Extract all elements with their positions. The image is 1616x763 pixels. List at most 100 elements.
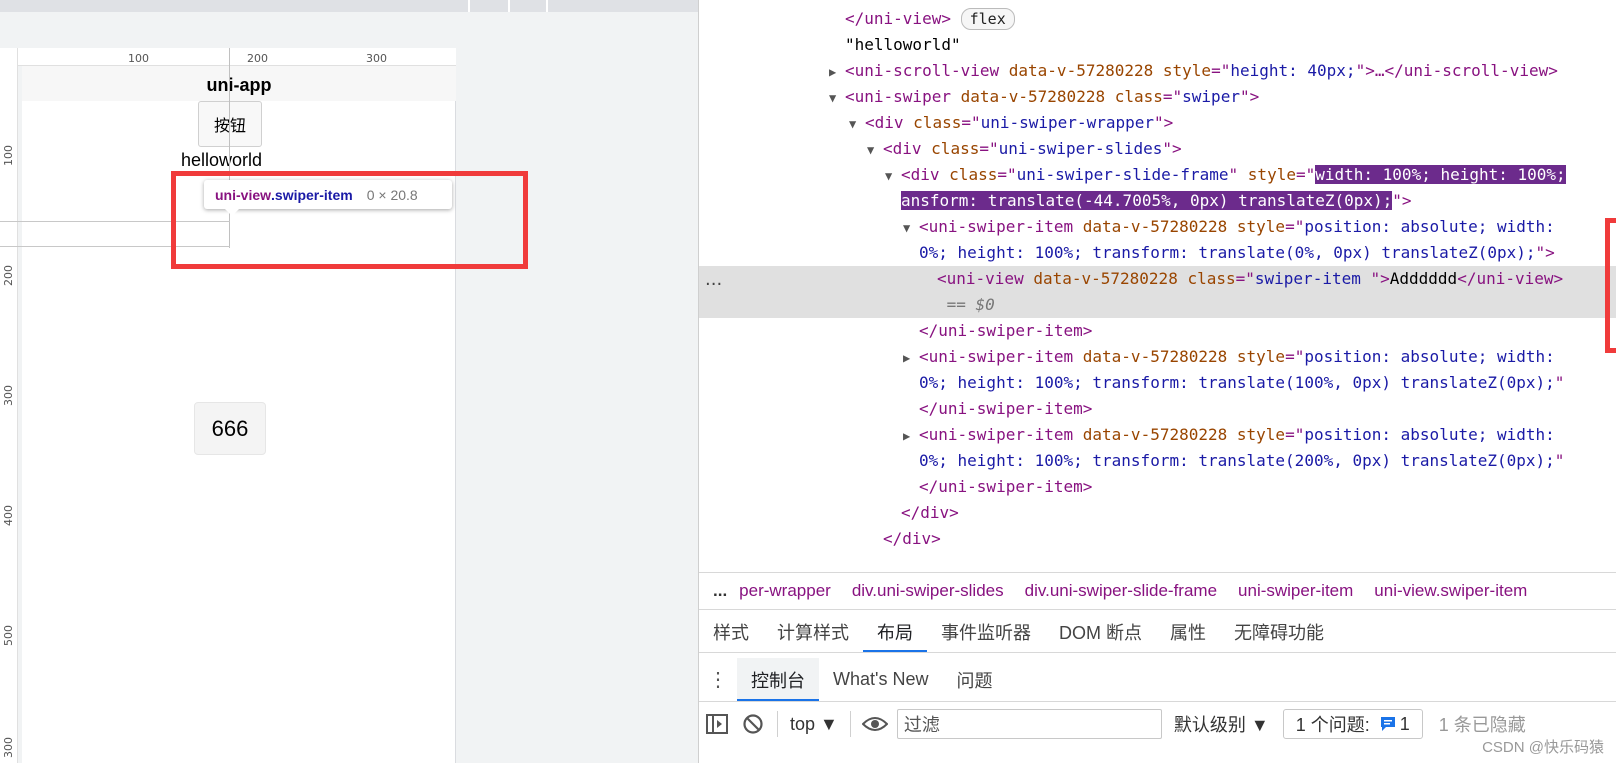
- breadcrumb-item[interactable]: per-wrapper: [739, 581, 831, 601]
- ruler-tick-label: 100: [2, 145, 15, 166]
- breadcrumb: ... per-wrapper div.uni-swiper-slides di…: [699, 572, 1616, 610]
- tab-accessibility[interactable]: 无障碍功能: [1220, 611, 1338, 652]
- dom-node-markup: 0%; height: 100%; transform: translate(1…: [919, 373, 1565, 392]
- expand-arrow-icon[interactable]: ▼: [903, 215, 919, 241]
- number-card: 666: [194, 402, 266, 455]
- breadcrumb-item[interactable]: uni-view.swiper-item: [1374, 581, 1527, 601]
- dom-node-row[interactable]: ansform: translate(-44.7005%, 0px) trans…: [885, 188, 1412, 214]
- dom-node-row[interactable]: ▼ <uni-swiper data-v-57280228 class="swip…: [829, 84, 1259, 110]
- dom-node-row[interactable]: ▼ <div class="uni-swiper-slides">: [867, 136, 1182, 162]
- ruler-tick-label: 400: [2, 505, 15, 526]
- collapse-arrow-icon[interactable]: ▶: [903, 423, 919, 449]
- dom-node-row[interactable]: 0%; height: 100%; transform: translate(0…: [903, 240, 1555, 266]
- tab-computed[interactable]: 计算样式: [763, 611, 863, 652]
- dom-node-row[interactable]: </uni-swiper-item>: [903, 396, 1092, 422]
- dom-node-row[interactable]: ▶ <uni-scroll-view data-v-57280228 style=…: [829, 58, 1558, 84]
- tab-layout[interactable]: 布局: [863, 611, 927, 652]
- ruler-tick-label: 300: [366, 52, 387, 65]
- tab-styles[interactable]: 样式: [699, 611, 763, 652]
- breadcrumb-overflow-button[interactable]: ...: [713, 581, 727, 601]
- dom-node-row[interactable]: </uni-swiper-item>: [903, 474, 1092, 500]
- chevron-down-icon: ▼: [820, 713, 838, 734]
- annotation-highlight-box: [1605, 218, 1616, 353]
- dom-node-row[interactable]: ▼ <div class="uni-swiper-slide-frame" sty…: [885, 162, 1566, 188]
- dom-node-row[interactable]: </uni-swiper-item>: [903, 318, 1092, 344]
- drawer-tabs: ⋮ 控制台 What's New 问题: [699, 658, 1616, 702]
- issues-count: 1: [1399, 713, 1410, 734]
- toolbar-divider: [849, 711, 851, 737]
- tab-properties[interactable]: 属性: [1156, 611, 1220, 652]
- collapse-arrow-icon[interactable]: ▶: [903, 345, 919, 371]
- dom-node-row[interactable]: </uni-view> flex: [829, 6, 1015, 32]
- kebab-menu-icon[interactable]: ⋮: [699, 658, 737, 701]
- expand-arrow-icon[interactable]: ▼: [885, 163, 901, 189]
- breadcrumb-item[interactable]: div.uni-swiper-slides: [852, 581, 1004, 601]
- watermark: CSDN @快乐码猿: [1482, 739, 1604, 756]
- toolbar-divider: [468, 0, 470, 12]
- issues-badge: 1: [1380, 714, 1410, 735]
- hello-text: helloworld: [181, 150, 263, 170]
- dom-node-row-selected[interactable]: <uni-view data-v-57280228 class="swiper-…: [699, 266, 1616, 292]
- toolbar-divider: [508, 0, 510, 12]
- dom-node-markup: == $0: [937, 295, 995, 314]
- log-level-dropdown[interactable]: 默认级别 ▼: [1174, 711, 1269, 737]
- page-title: uni-app: [206, 75, 272, 95]
- breadcrumb-item[interactable]: div.uni-swiper-slide-frame: [1025, 581, 1217, 601]
- expand-arrow-icon[interactable]: ▼: [867, 137, 883, 163]
- tab-event-listeners[interactable]: 事件监听器: [927, 611, 1045, 652]
- clear-console-icon[interactable]: [735, 713, 771, 735]
- context-selector[interactable]: top ▼: [784, 714, 844, 735]
- dom-node-markup: </uni-swiper-item>: [919, 477, 1093, 496]
- breadcrumb-item[interactable]: uni-swiper-item: [1238, 581, 1353, 601]
- dom-node-row[interactable]: ▶ <uni-swiper-item data-v-57280228 style=…: [903, 344, 1555, 370]
- dom-node-row[interactable]: ▶ <uni-swiper-item data-v-57280228 style=…: [903, 422, 1555, 448]
- dom-node-row[interactable]: </div>: [885, 500, 959, 526]
- tab-dom-breakpoints[interactable]: DOM 断点: [1045, 611, 1156, 652]
- dom-node-markup: </div>: [901, 503, 959, 522]
- dom-node-markup: <uni-swiper data-v-57280228 class="swipe…: [845, 87, 1260, 106]
- demo-button[interactable]: 按钮: [198, 101, 262, 147]
- expand-arrow-icon[interactable]: ▼: [849, 111, 865, 137]
- device-preview: 100 200 300 100 200 300 400 500 300 uni-…: [0, 0, 698, 763]
- devtools-panel: </uni-view> flex "helloworld" ▶ <uni-scroll…: [698, 0, 1616, 763]
- dom-node-markup: <uni-view data-v-57280228 class="swiper-…: [937, 269, 1564, 288]
- dom-node-row[interactable]: ▼ <div class="uni-swiper-wrapper">: [849, 110, 1173, 136]
- collapse-arrow-icon[interactable]: ▶: [829, 59, 845, 85]
- tab-issues[interactable]: 问题: [942, 658, 1006, 701]
- toolbar-divider: [546, 0, 548, 12]
- dom-node-row[interactable]: 0%; height: 100%; transform: translate(2…: [903, 448, 1564, 474]
- dom-node-markup: </uni-view> flex: [845, 8, 1015, 30]
- tab-console[interactable]: 控制台: [737, 658, 819, 701]
- dom-node-row[interactable]: 0%; height: 100%; transform: translate(1…: [903, 370, 1564, 396]
- toolbar-divider: [777, 711, 778, 737]
- issues-button[interactable]: 1 个问题: 1: [1282, 709, 1423, 739]
- dom-node-markup: <uni-scroll-view data-v-57280228 style="…: [845, 61, 1558, 80]
- dom-node-markup: <uni-swiper-item data-v-57280228 style="…: [919, 217, 1555, 236]
- dom-node-markup: ansform: translate(-44.7005%, 0px) trans…: [901, 191, 1412, 210]
- ruler-tick-label: 300: [2, 385, 15, 406]
- dom-node-markup: <uni-swiper-item data-v-57280228 style="…: [919, 425, 1555, 444]
- dom-node-markup: </div>: [883, 529, 941, 548]
- console-toolbar: top ▼ 过滤 默认级别 ▼ 1 个问题: 1 1 条已隐藏: [699, 704, 1616, 744]
- sidebar-toggle-icon[interactable]: [699, 714, 735, 734]
- preview-toolbar: [0, 0, 698, 12]
- navigation-bar: uni-app: [22, 66, 456, 101]
- ruler-vertical: 100 200 300 400 500 300: [0, 48, 18, 763]
- dom-node-row[interactable]: ▼ <uni-swiper-item data-v-57280228 style=…: [903, 214, 1555, 240]
- dom-node-row[interactable]: </div>: [867, 526, 941, 552]
- dom-node-markup: <div class="uni-swiper-wrapper">: [865, 113, 1174, 132]
- log-level-label: 默认级别: [1173, 715, 1246, 735]
- dom-node-markup: </uni-swiper-item>: [919, 321, 1093, 340]
- message-icon: [1380, 717, 1395, 731]
- issues-label: 1 个问题:: [1295, 715, 1370, 735]
- filter-input[interactable]: 过滤: [896, 709, 1162, 739]
- eye-icon[interactable]: [857, 716, 893, 732]
- more-actions-icon[interactable]: ···: [705, 274, 722, 295]
- expand-arrow-icon[interactable]: ▼: [829, 85, 845, 111]
- ruler-tick-label: 300: [2, 737, 15, 758]
- dom-node-row[interactable]: "helloworld": [829, 32, 961, 58]
- dom-node-row-selected[interactable]: == $0: [699, 292, 1616, 318]
- tab-whats-new[interactable]: What's New: [819, 658, 942, 701]
- context-label: top: [790, 713, 816, 734]
- dom-node-markup: <uni-swiper-item data-v-57280228 style="…: [919, 347, 1555, 366]
